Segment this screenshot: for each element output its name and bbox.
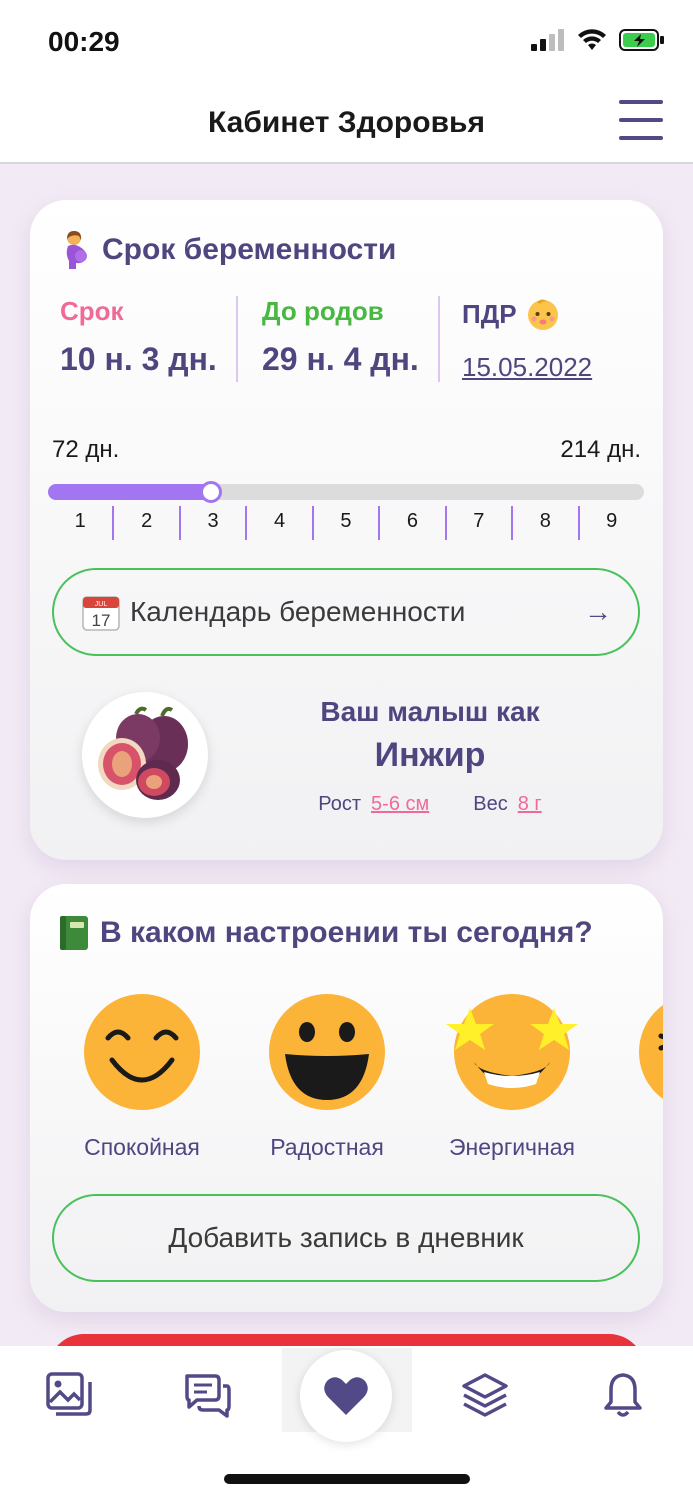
- tired-face-icon: [639, 1005, 663, 1099]
- mood-label: Спокойная: [84, 1134, 200, 1160]
- remaining-label: До родов: [262, 296, 384, 326]
- mood-card: В каком настроении ты сегодня? Спокойная…: [30, 884, 663, 1312]
- wifi-icon: [578, 29, 606, 50]
- weight-value[interactable]: 8 г: [518, 793, 542, 815]
- mood-happy[interactable]: Радостная: [247, 992, 407, 1161]
- fruit-name: Инжир: [374, 736, 486, 774]
- height-value[interactable]: 5-6 см: [371, 793, 429, 815]
- layers-icon: [462, 1373, 508, 1417]
- tab-gallery[interactable]: [44, 1370, 94, 1420]
- month-scale: 1 2 3 4 5 6 7 8 9: [48, 506, 644, 540]
- mood-energetic[interactable]: Энергичная: [432, 992, 592, 1161]
- menu-line: [619, 118, 663, 122]
- calm-face-icon: [84, 994, 200, 1110]
- pregnant-woman-icon: [66, 231, 87, 269]
- page-title: Кабинет Здоровья: [208, 106, 485, 139]
- mood-tired[interactable]: Ус: [617, 992, 663, 1161]
- pregnancy-title: Срок беременности: [58, 230, 396, 270]
- height-label: Рост: [318, 793, 362, 815]
- pdr-stat: ПДР 15.05.2022: [462, 296, 592, 383]
- days-passed: 72 дн.: [52, 436, 120, 463]
- battery-icon: [619, 29, 664, 51]
- remaining-stat: До родов 29 н. 4 дн.: [262, 296, 419, 378]
- weight-label: Вес: [473, 793, 508, 815]
- pdr-date-link[interactable]: 15.05.2022: [462, 352, 592, 383]
- status-bar: 00:29: [0, 0, 693, 84]
- calendar-icon: JUL 17: [82, 596, 120, 631]
- weight-metric: Вес 8 г: [473, 793, 541, 816]
- pdr-header: ПДР: [462, 296, 592, 332]
- stat-divider: [236, 296, 238, 382]
- stat-divider: [438, 296, 440, 382]
- signal-icon: [531, 29, 564, 51]
- mood-calm[interactable]: Спокойная: [62, 992, 222, 1161]
- progress-thumb[interactable]: [200, 481, 222, 503]
- month-tick: 9: [606, 510, 618, 532]
- baby-like-label: Ваш малыш как: [320, 696, 540, 727]
- calendar-icon-month: JUL: [95, 601, 108, 608]
- month-tick: 5: [314, 506, 381, 540]
- month-tick: 6: [380, 506, 447, 540]
- happy-face-icon: [269, 994, 385, 1110]
- home-indicator: [224, 1474, 470, 1484]
- baby-icon: [527, 299, 558, 330]
- calendar-icon-day: 17: [92, 611, 111, 630]
- pregnancy-title-text: Срок беременности: [102, 233, 397, 266]
- term-value: 10 н. 3 дн.: [60, 341, 217, 377]
- days-left: 214 дн.: [560, 436, 641, 463]
- mood-label: Радостная: [270, 1134, 384, 1160]
- month-tick: 1: [48, 506, 115, 540]
- tab-layers[interactable]: [460, 1370, 510, 1420]
- menu-line: [619, 100, 663, 104]
- pregnancy-progress: [48, 481, 644, 503]
- term-stat: Срок 10 н. 3 дн.: [60, 296, 217, 378]
- month-tick: 4: [247, 506, 314, 540]
- book-icon: [60, 916, 88, 950]
- pregnancy-card: Срок беременности Срок 10 н. 3 дн. До ро…: [30, 200, 663, 860]
- progress-fill: [48, 484, 211, 500]
- status-time: 00:29: [48, 26, 120, 57]
- month-tick: 2: [114, 506, 181, 540]
- app-bar: Кабинет Здоровья: [0, 84, 693, 164]
- calendar-button[interactable]: JUL 17 Календарь беременности →: [52, 568, 640, 656]
- mood-label: Энергичная: [449, 1134, 575, 1160]
- calendar-button-label: Календарь беременности: [130, 596, 466, 627]
- heart-icon: [324, 1377, 368, 1415]
- bell-icon: [604, 1373, 642, 1417]
- month-tick: 8: [513, 506, 580, 540]
- arrow-right-icon: →: [584, 596, 612, 627]
- menu-button[interactable]: [619, 100, 663, 144]
- height-metric: Рост 5-6 см: [318, 793, 429, 816]
- chat-icon: [185, 1374, 231, 1418]
- fig-icon: [98, 706, 188, 800]
- tab-health[interactable]: [300, 1350, 392, 1442]
- mood-label: Ус: [617, 1134, 663, 1161]
- tab-notifications[interactable]: [598, 1370, 648, 1420]
- gallery-icon: [46, 1372, 92, 1416]
- month-tick: 3: [181, 506, 248, 540]
- remaining-value: 29 н. 4 дн.: [262, 341, 419, 377]
- star-struck-face-icon: [446, 994, 578, 1110]
- month-tick: 7: [447, 506, 514, 540]
- add-diary-entry-label: Добавить запись в дневник: [168, 1222, 524, 1253]
- add-diary-entry-button[interactable]: Добавить запись в дневник: [52, 1194, 640, 1282]
- mood-options: Спокойная Радостная Энергичная: [80, 992, 663, 1162]
- mood-title-text: В каком настроении ты сегодня?: [100, 916, 593, 949]
- fig-image: [82, 692, 208, 818]
- baby-metrics: Рост 5-6 см Вес 8 г: [250, 793, 610, 816]
- menu-line: [619, 136, 663, 140]
- mood-title: В каком настроении ты сегодня?: [58, 914, 593, 952]
- tab-chat[interactable]: [183, 1370, 233, 1420]
- term-label: Срок: [60, 296, 124, 326]
- pdr-label: ПДР: [462, 298, 517, 329]
- status-icons: [531, 28, 665, 52]
- baby-size: Ваш малыш как Инжир Рост 5-6 см Вес 8 г: [250, 696, 610, 816]
